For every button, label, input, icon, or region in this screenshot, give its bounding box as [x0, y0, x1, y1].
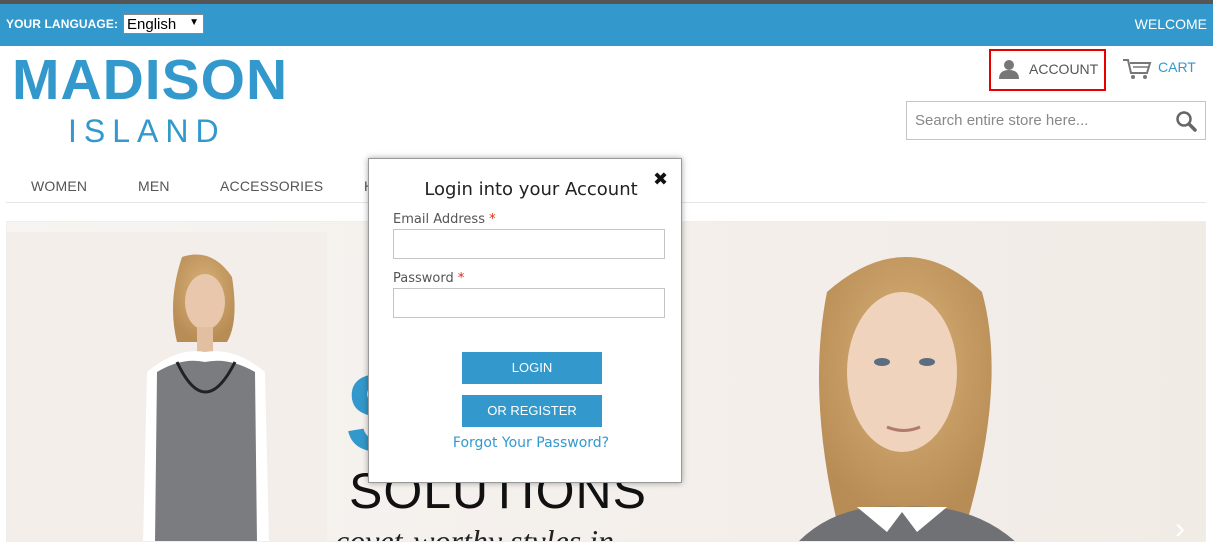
search-input[interactable] — [907, 102, 1167, 139]
forgot-password-link[interactable]: Forgot Your Password? — [369, 435, 693, 451]
welcome-text: WELCOME — [1134, 16, 1207, 32]
hero-subtitle: covet-worthy styles in — [335, 523, 615, 542]
close-icon[interactable]: ✖ — [653, 169, 668, 190]
nav-item-women[interactable]: WOMEN — [31, 178, 87, 194]
nav-item-accessories[interactable]: ACCESSORIES — [220, 178, 323, 194]
password-field[interactable] — [393, 288, 665, 318]
account-label: ACCOUNT — [1029, 61, 1099, 77]
language-select[interactable]: English ▼ — [123, 14, 204, 34]
required-mark: * — [457, 271, 465, 286]
email-field[interactable] — [393, 229, 665, 259]
email-label-text: Email Address — [393, 212, 485, 227]
nav-item-men[interactable]: MEN — [138, 178, 170, 194]
required-mark: * — [489, 212, 496, 227]
logo-main-text[interactable]: MADISON — [12, 47, 288, 113]
user-icon — [999, 60, 1019, 79]
chevron-right-icon[interactable]: › — [1175, 512, 1185, 541]
cart-icon[interactable] — [1122, 58, 1152, 80]
search-box — [906, 101, 1206, 140]
register-button[interactable]: OR REGISTER — [462, 395, 602, 427]
password-label-text: Password — [393, 271, 454, 286]
login-modal: Login into your Account ✖ Email Address … — [368, 158, 682, 483]
language-selected-value: English — [127, 16, 177, 33]
language-label: YOUR LANGUAGE: — [6, 17, 119, 31]
password-label: Password * — [393, 271, 464, 286]
login-button[interactable]: LOGIN — [462, 352, 602, 384]
modal-title: Login into your Account — [424, 179, 638, 200]
logo-sub-text[interactable]: ISLAND — [68, 113, 226, 150]
cart-link[interactable]: CART — [1158, 59, 1196, 75]
account-link[interactable]: ACCOUNT — [989, 49, 1106, 91]
search-icon[interactable] — [1175, 110, 1197, 132]
email-label: Email Address * — [393, 212, 496, 227]
dropdown-caret-icon: ▼ — [189, 17, 199, 28]
language-bar: YOUR LANGUAGE: English ▼ WELCOME — [0, 4, 1213, 46]
